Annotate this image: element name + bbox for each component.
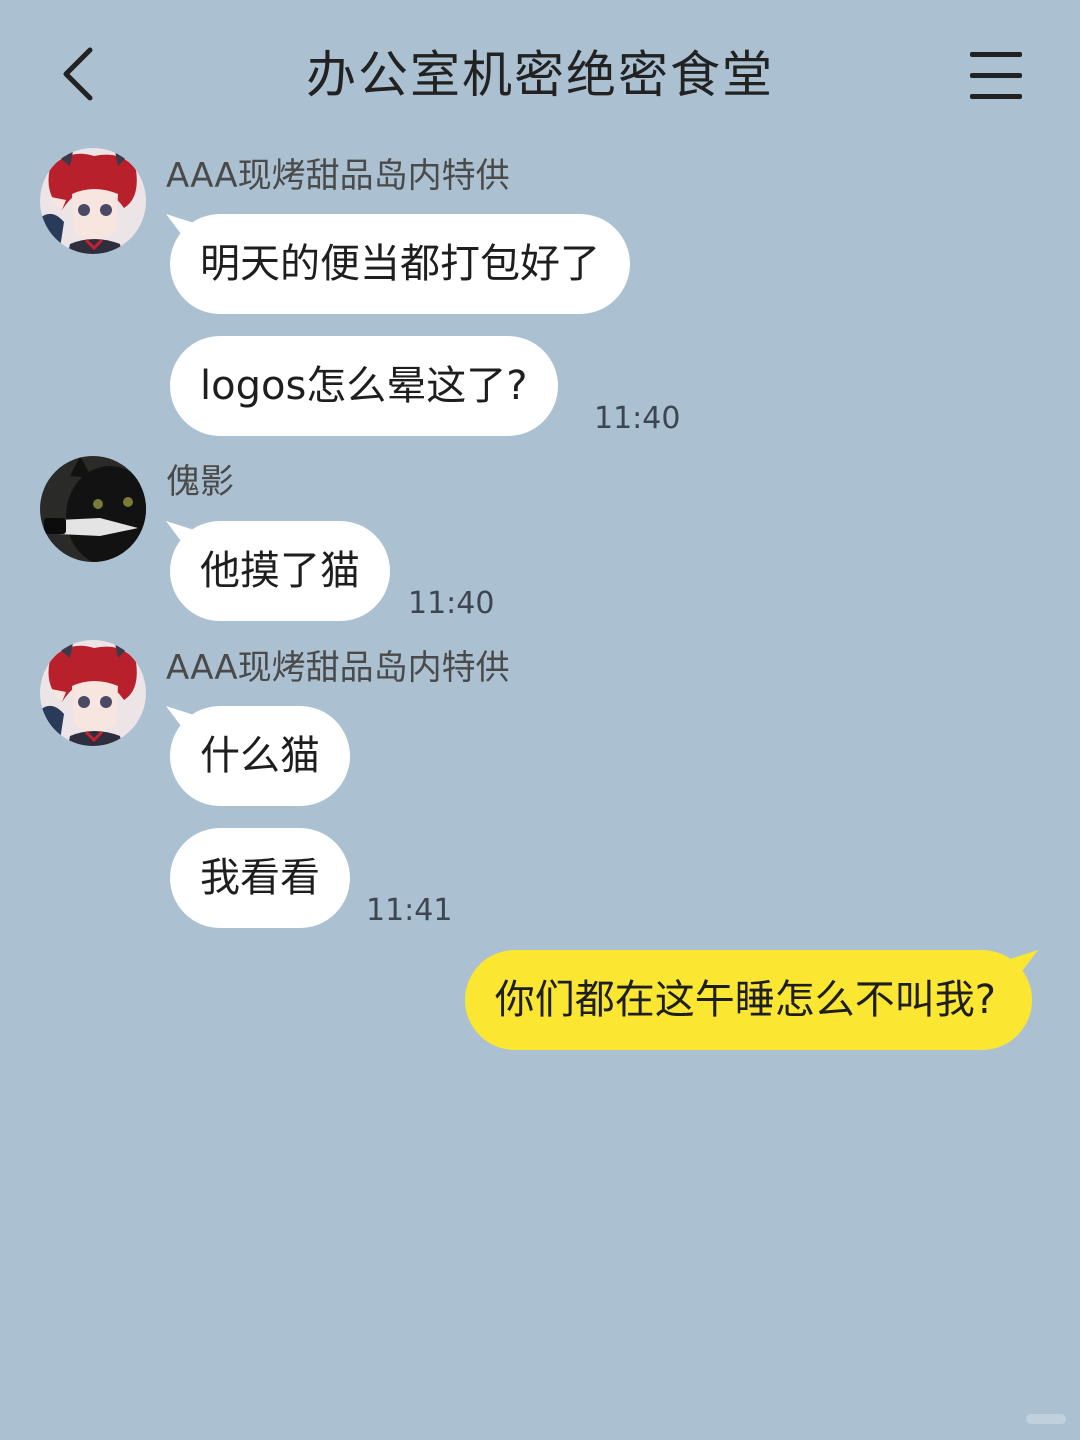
watermark-icon xyxy=(1026,1414,1066,1424)
black-cat-holding-knife-avatar[interactable] xyxy=(40,456,146,562)
sender-name: AAA现烤甜品岛内特供 xyxy=(166,156,510,196)
message-bubble[interactable]: 什么猫 xyxy=(170,706,350,806)
message-timestamp: 11:40 xyxy=(594,401,681,436)
chevron-left-icon xyxy=(63,47,93,101)
outgoing-message-bubble[interactable]: 你们都在这午睡怎么不叫我? xyxy=(464,950,1032,1050)
red-haired-anime-character-avatar[interactable] xyxy=(40,148,146,254)
back-button[interactable] xyxy=(52,38,112,110)
message-bubble[interactable]: 明天的便当都打包好了 xyxy=(170,214,630,314)
menu-button[interactable] xyxy=(966,50,1028,102)
message-bubble[interactable]: 我看看 xyxy=(170,828,350,928)
sender-name: AAA现烤甜品岛内特供 xyxy=(166,648,510,688)
red-haired-anime-character-avatar[interactable] xyxy=(40,640,146,746)
chat-title: 办公室机密绝密食堂 xyxy=(306,46,774,104)
message-bubble[interactable]: 他摸了猫 xyxy=(170,521,390,621)
sender-name: 傀影 xyxy=(166,462,234,502)
message-timestamp: 11:41 xyxy=(366,893,453,928)
message-timestamp: 11:40 xyxy=(408,586,495,621)
message-bubble[interactable]: logos怎么晕这了? xyxy=(170,336,558,436)
chat-header: 办公室机密绝密食堂 xyxy=(0,0,1080,150)
